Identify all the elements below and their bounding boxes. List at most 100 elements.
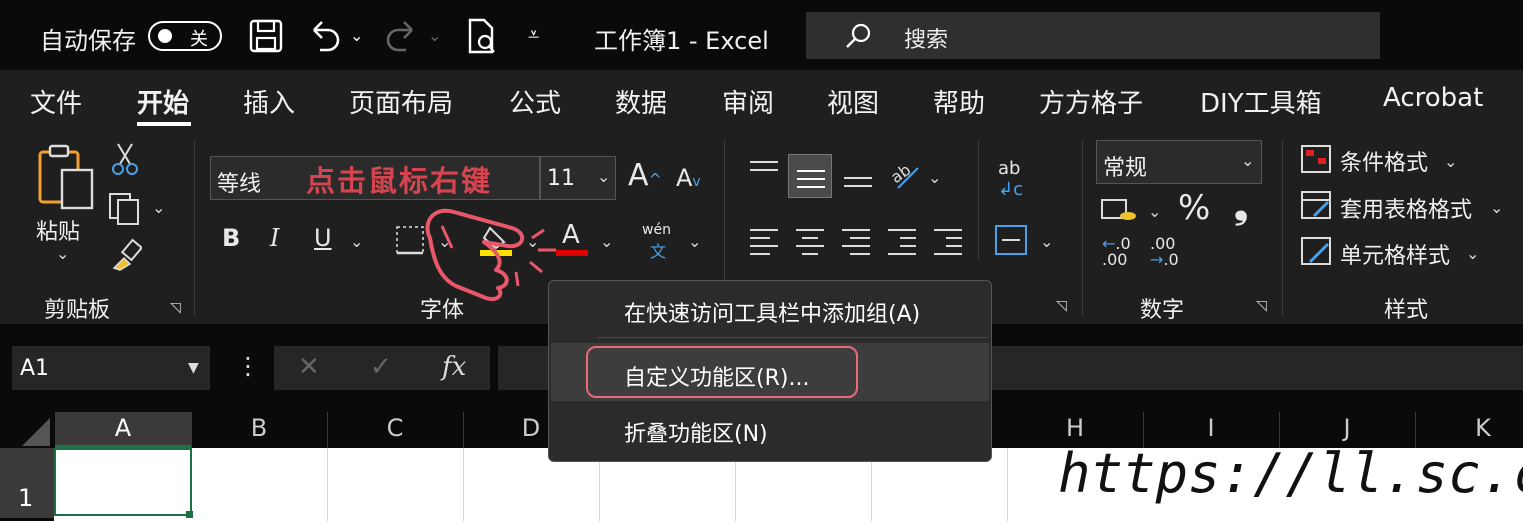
align-bottom-icon[interactable]: [842, 160, 874, 192]
tab-review[interactable]: 审阅: [722, 83, 774, 120]
grid-line: [327, 448, 328, 521]
clipboard-dialog-launcher-icon[interactable]: ◹: [170, 300, 181, 316]
number-dialog-launcher-icon[interactable]: ◹: [1256, 298, 1267, 314]
tab-acrobat[interactable]: Acrobat: [1383, 83, 1483, 113]
copy-icon[interactable]: [108, 192, 142, 226]
bold-icon[interactable]: B: [222, 224, 240, 252]
row-header-1[interactable]: 1: [18, 484, 33, 512]
search-box[interactable]: 搜索: [806, 12, 1380, 59]
customize-qat-icon[interactable]: ⩡: [528, 22, 539, 46]
column-header-k[interactable]: K: [1415, 414, 1523, 442]
conditional-format-label[interactable]: 条件格式: [1340, 145, 1428, 177]
redo-dropdown-chevron-icon: ⌄: [428, 26, 442, 45]
search-placeholder: 搜索: [904, 28, 949, 53]
conditional-format-icon[interactable]: [1300, 144, 1332, 174]
select-all-icon[interactable]: [0, 412, 54, 448]
column-divider: [191, 412, 192, 448]
context-menu-add-group-to-qat[interactable]: 在快速访问工具栏中添加组(A): [624, 296, 920, 328]
tab-file[interactable]: 文件: [30, 83, 82, 120]
paste-icon[interactable]: [36, 144, 96, 210]
copy-dropdown-chevron-icon[interactable]: ⌄: [152, 198, 165, 217]
format-painter-icon[interactable]: [108, 238, 142, 272]
active-cell-a1[interactable]: [54, 448, 192, 516]
context-menu-collapse-ribbon[interactable]: 折叠功能区(N): [624, 416, 768, 448]
tab-formulas[interactable]: 公式: [509, 83, 561, 120]
name-box-value: A1: [20, 356, 50, 381]
phonetic-dropdown-chevron-icon[interactable]: ⌄: [688, 232, 701, 251]
align-middle-button[interactable]: [788, 154, 832, 198]
format-as-table-icon[interactable]: [1300, 190, 1332, 220]
orientation-dropdown-chevron-icon[interactable]: ⌄: [928, 168, 941, 187]
increase-decimal-icon[interactable]: ←.0.00: [1102, 236, 1131, 268]
autosave-toggle[interactable]: 关: [148, 21, 222, 51]
orientation-icon[interactable]: ab: [888, 158, 922, 192]
tab-diy-toolbox[interactable]: DIY工具箱: [1200, 83, 1322, 120]
name-box[interactable]: A1 ▼: [12, 346, 210, 390]
cell-styles-icon[interactable]: [1300, 236, 1332, 266]
accounting-dropdown-chevron-icon[interactable]: ⌄: [1148, 202, 1161, 221]
search-icon: [846, 23, 871, 48]
tab-data[interactable]: 数据: [615, 83, 667, 120]
autosave-state: 关: [190, 29, 208, 50]
column-header-h[interactable]: H: [1007, 414, 1143, 442]
column-header-c[interactable]: C: [327, 414, 463, 442]
column-header-b[interactable]: B: [191, 414, 327, 442]
tab-view[interactable]: 视图: [827, 83, 879, 120]
font-size-chevron-icon: ⌄: [597, 167, 611, 186]
conditional-format-chevron-icon[interactable]: ⌄: [1444, 152, 1457, 171]
column-divider: [463, 412, 464, 448]
paste-dropdown-chevron-icon[interactable]: ⌄: [56, 244, 69, 263]
column-header-a[interactable]: A: [55, 414, 191, 442]
paste-label[interactable]: 粘贴: [36, 214, 80, 246]
underline-dropdown-chevron-icon[interactable]: ⌄: [350, 232, 363, 251]
horizontal-align-icons[interactable]: [748, 224, 968, 256]
merge-center-icon[interactable]: [994, 224, 1030, 256]
pointing-hand-icon: [425, 208, 556, 301]
wrap-text-icon[interactable]: ab ↲c: [998, 158, 1023, 200]
column-header-j[interactable]: J: [1279, 414, 1415, 442]
cell-styles-chevron-icon[interactable]: ⌄: [1466, 244, 1479, 263]
tab-insert[interactable]: 插入: [243, 83, 295, 120]
merge-dropdown-chevron-icon[interactable]: ⌄: [1040, 232, 1053, 251]
insert-function-icon[interactable]: fx: [442, 352, 466, 382]
active-tab-indicator: [137, 122, 191, 126]
print-preview-icon[interactable]: [466, 18, 498, 56]
phonetic-char-icon: 文: [650, 242, 667, 261]
format-as-table-label[interactable]: 套用表格格式: [1340, 192, 1472, 224]
redo-icon[interactable]: [384, 18, 420, 54]
save-icon[interactable]: [248, 18, 284, 54]
group-divider: [978, 140, 979, 260]
fill-handle[interactable]: [186, 511, 193, 518]
undo-icon[interactable]: [306, 18, 342, 54]
decrease-font-icon[interactable]: Av: [676, 164, 701, 192]
cell-styles-label[interactable]: 单元格样式: [1340, 238, 1450, 270]
font-color-dropdown-chevron-icon[interactable]: ⌄: [600, 232, 613, 251]
comma-style-icon[interactable]: ❟: [1234, 186, 1248, 228]
percent-style-icon[interactable]: %: [1178, 188, 1210, 228]
increase-font-icon[interactable]: A^: [628, 158, 662, 193]
tab-home[interactable]: 开始: [137, 83, 189, 120]
undo-dropdown-chevron-icon[interactable]: ⌄: [350, 26, 363, 45]
grid-line: [1007, 448, 1008, 521]
number-format-value: 常规: [1103, 156, 1148, 181]
name-box-dropdown-icon[interactable]: ▼: [188, 360, 199, 376]
phonetic-guide-icon[interactable]: wén: [642, 222, 671, 238]
italic-icon[interactable]: I: [270, 224, 279, 252]
tab-help[interactable]: 帮助: [933, 83, 985, 120]
accounting-format-icon[interactable]: [1100, 194, 1140, 226]
font-name-value: 等线: [217, 172, 262, 197]
column-header-i[interactable]: I: [1143, 414, 1279, 442]
more-options-icon[interactable]: ⋮: [236, 352, 260, 380]
decrease-decimal-icon[interactable]: .00 →.0: [1150, 236, 1179, 268]
tab-ffgz[interactable]: 方方格子: [1039, 83, 1143, 120]
column-divider: [327, 412, 328, 448]
align-middle-icon: [797, 170, 825, 188]
underline-icon[interactable]: U: [314, 224, 332, 252]
autosave-label: 自动保存: [40, 27, 136, 55]
tab-page-layout[interactable]: 页面布局: [349, 83, 453, 120]
cut-icon[interactable]: [112, 142, 138, 176]
align-top-icon[interactable]: [748, 156, 780, 188]
number-format-box[interactable]: 常规 ⌄: [1096, 140, 1262, 184]
alignment-dialog-launcher-icon[interactable]: ◹: [1056, 298, 1067, 314]
format-as-table-chevron-icon[interactable]: ⌄: [1490, 198, 1503, 217]
